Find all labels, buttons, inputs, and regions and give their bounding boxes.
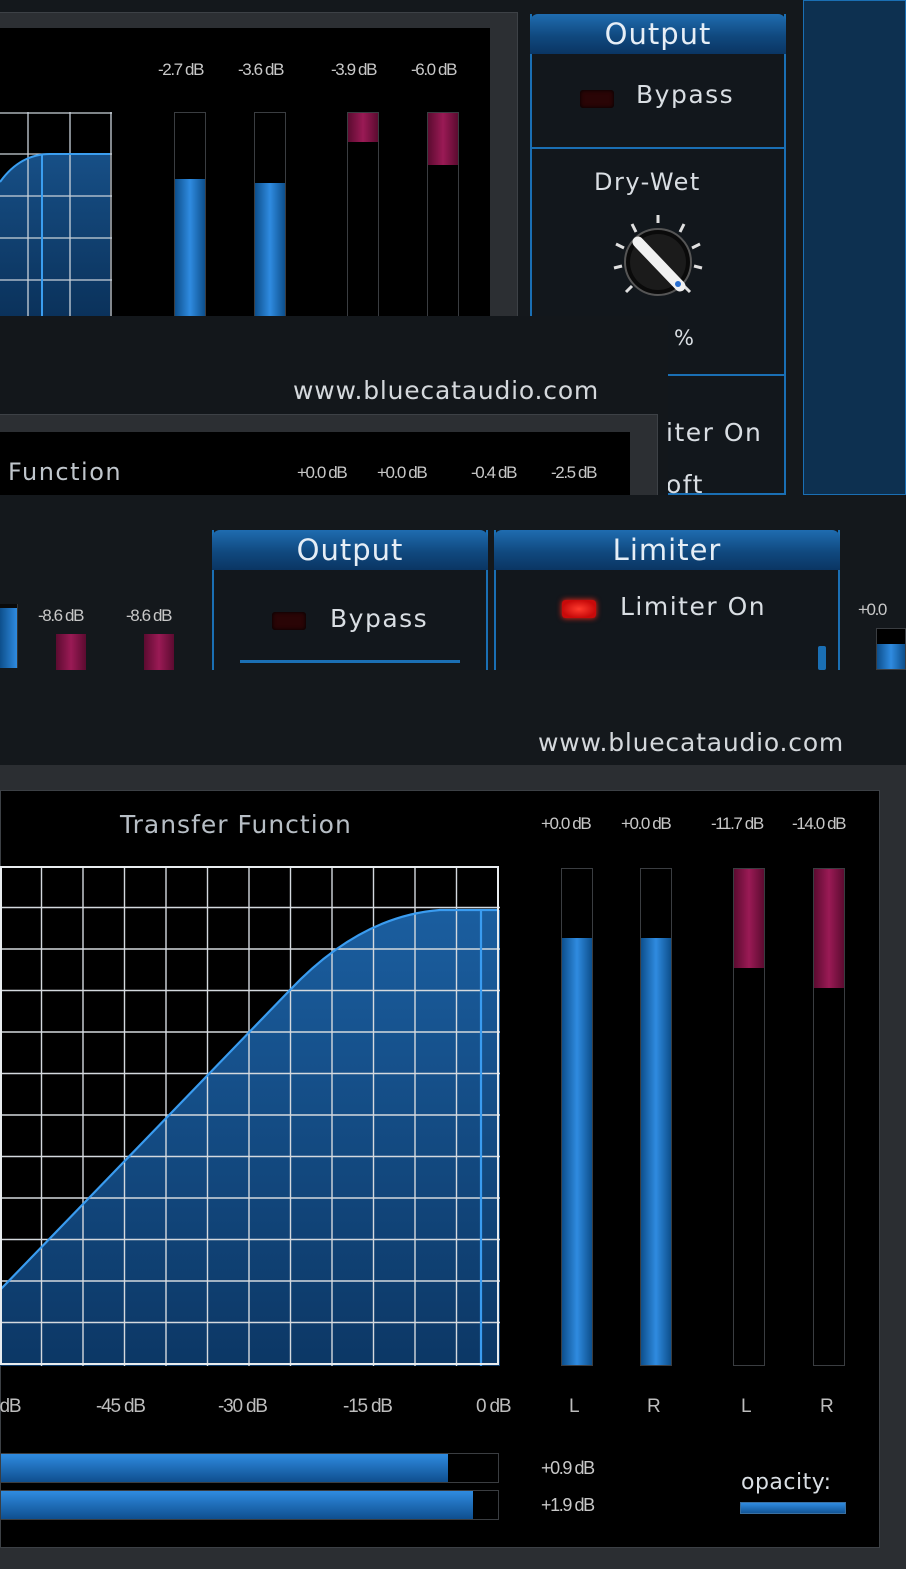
third-output-title: Output [212, 530, 488, 570]
top-meter-2 [254, 112, 286, 320]
third-meter-label-2: -8.6 dB [126, 606, 172, 625]
output-gain-fill [1, 1491, 474, 1519]
third-left-meter-edge [0, 604, 18, 668]
main-meter-label-1: +0.0 dB [541, 814, 592, 833]
main-meter-label-2: +0.0 dB [621, 814, 672, 833]
third-url[interactable]: www.bluecataudio.com [538, 728, 844, 757]
transfer-function-graph[interactable] [0, 866, 502, 1368]
main-meter-label-4: -14.0 dB [792, 814, 846, 833]
third-right-meter [876, 628, 906, 670]
transfer-function-title: Transfer Function [120, 810, 352, 839]
top-meter-label-3: -3.9 dB [331, 60, 377, 79]
top-url[interactable]: www.bluecataudio.com [293, 376, 599, 405]
main-meter-1-fill [562, 938, 592, 1365]
top-meter-3 [347, 112, 379, 320]
x-axis-label-2: -45 dB [96, 1396, 146, 1417]
middle-meter-label-3: -0.4 dB [471, 463, 517, 482]
top-meter-2-fill [255, 183, 285, 319]
channel-label-3: L [741, 1396, 752, 1417]
main-meter-left-gr [733, 868, 765, 1366]
limiter-on-label: Limiter On [620, 592, 767, 621]
main-meter-left-out [561, 868, 593, 1366]
input-gain-fill [1, 1454, 449, 1482]
top-meter-3-fill [348, 113, 378, 142]
top-divider-1 [532, 147, 784, 149]
top-percent-label: % [674, 326, 696, 350]
limiter-on-button[interactable]: Limiter On [552, 590, 802, 634]
right-background-panel [803, 0, 906, 495]
middle-meter-label-4: -2.5 dB [551, 463, 597, 482]
top-meter-label-4: -6.0 dB [411, 60, 457, 79]
third-bypass-led [272, 612, 306, 630]
top-bypass-led [580, 90, 614, 108]
third-right-label-partial: +0.0 [858, 600, 887, 619]
x-axis-label-3: -30 dB [218, 1396, 268, 1417]
output-gain-value: +1.9 dB [541, 1495, 595, 1515]
main-meter-2-fill [641, 938, 671, 1365]
channel-label-1: L [569, 1396, 580, 1417]
input-gain-bar[interactable] [0, 1453, 499, 1483]
x-axis-label-5: 0 dB [476, 1396, 512, 1417]
opacity-label: opacity: [741, 1470, 832, 1495]
third-bypass-label: Bypass [330, 604, 429, 633]
third-meter-label-1: -8.6 dB [38, 606, 84, 625]
opacity-slider[interactable] [740, 1502, 846, 1514]
output-gain-bar[interactable] [0, 1490, 499, 1520]
third-bypass-button[interactable]: Bypass [264, 600, 464, 644]
top-meter-4 [427, 112, 459, 320]
top-meter-4-fill [428, 113, 458, 165]
top-meter-1-fill [175, 178, 205, 319]
main-meter-label-3: -11.7 dB [711, 814, 764, 833]
channel-label-4: R [820, 1396, 834, 1417]
top-output-title: Output [530, 14, 786, 54]
limiter-scrollbar[interactable] [818, 646, 826, 670]
top-meter-label-1: -2.7 dB [158, 60, 204, 79]
main-meter-right-gr [813, 868, 845, 1366]
limiter-on-led [562, 600, 596, 618]
middle-meter-label-2: +0.0 dB [377, 463, 428, 482]
limiter-panel: Limiter Limiter On [494, 530, 840, 670]
third-meter-1 [56, 634, 86, 670]
main-meter-right-out [640, 868, 672, 1366]
top-meter-1 [174, 112, 206, 320]
top-limiter-on-partial[interactable]: iter On [666, 418, 762, 447]
main-meter-4-fill [814, 869, 844, 989]
drywet-knob[interactable] [606, 210, 710, 314]
top-bypass-button[interactable]: Bypass [572, 76, 762, 120]
third-meter-2 [144, 634, 174, 670]
x-axis-label-4: -15 dB [343, 1396, 393, 1417]
top-transfer-graph [0, 112, 112, 320]
input-gain-value: +0.9 dB [541, 1458, 595, 1478]
middle-meter-label-1: +0.0 dB [297, 463, 348, 482]
middle-transfer-title: Function [8, 458, 123, 486]
limiter-title: Limiter [494, 530, 840, 570]
main-meter-3-fill [734, 869, 764, 969]
third-output-panel: Output Bypass [212, 530, 488, 670]
top-bypass-label: Bypass [636, 80, 735, 109]
third-output-divider [240, 660, 460, 663]
top-meter-label-2: -3.6 dB [238, 60, 284, 79]
top-drywet-label: Dry-Wet [594, 168, 701, 196]
x-axis-label-1: 0 dB [0, 1396, 22, 1417]
channel-label-2: R [647, 1396, 661, 1417]
